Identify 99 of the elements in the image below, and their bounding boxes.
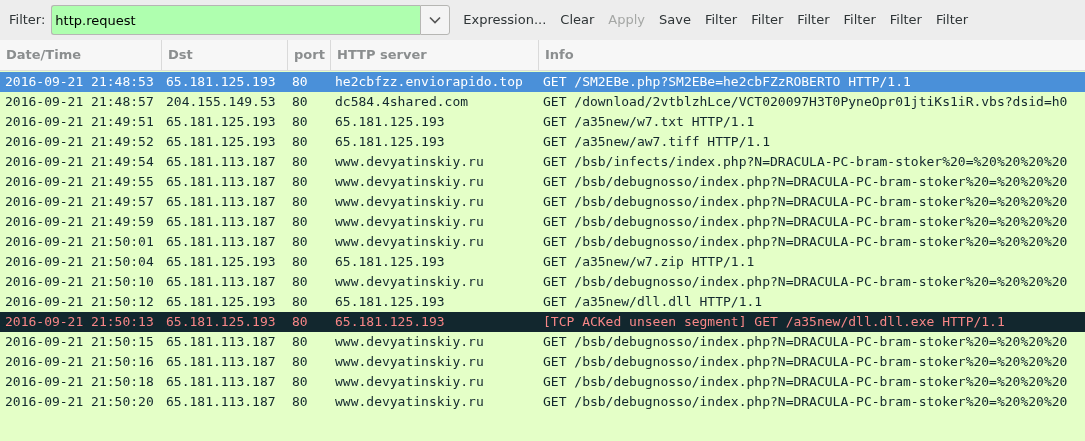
table-cell-text: 2016-09-21 21:49:52 — [4, 133, 155, 152]
toolbar-button[interactable]: Clear — [553, 6, 602, 34]
toolbar-button[interactable]: Filter — [744, 6, 791, 34]
table-cell-text: 204.155.149.53 — [165, 93, 277, 112]
table-cell-text: 2016-09-21 21:50:18 — [4, 373, 155, 392]
table-cell-text: 80 — [291, 373, 309, 392]
table-cell-text: 80 — [291, 193, 309, 212]
chevron-down-icon — [429, 16, 442, 24]
table-cell-text: GET /bsb/debugnosso/index.php?N=DRACULA-PC-bram-stoker%20=%20%20%20 — [542, 333, 1069, 352]
table-cell-text: GET /download/2vtblzhLce/VCT020097H3T0PyneOpr01jtiKs1iR.vbs?dsid=h0 — [542, 93, 1069, 112]
table-cell-text: 2016-09-21 21:49:54 — [4, 153, 155, 172]
table-cell-text: GET /bsb/debugnosso/index.php?N=DRACULA-PC-bram-stoker%20=%20%20%20 — [542, 393, 1069, 412]
table-cell-text: 65.181.113.187 — [165, 393, 277, 412]
table-cell-text: 2016-09-21 21:49:57 — [4, 193, 155, 212]
toolbar-button[interactable]: Filter — [928, 6, 976, 34]
table-cell-text: 2016-09-21 21:48:53 — [4, 73, 155, 92]
table-cell-text: 65.181.113.187 — [165, 373, 277, 392]
table-cell-text: 2016-09-21 21:50:16 — [4, 353, 155, 372]
table-cell-text: 2016-09-21 21:48:57 — [4, 93, 155, 112]
table-cell-text: 65.181.113.187 — [165, 153, 277, 172]
table-cell-text: 2016-09-21 21:50:04 — [4, 253, 155, 272]
table-cell-text: GET /bsb/infects/index.php?N=DRACULA-PC-bram-stoker%20=%20%20%20%20 — [542, 153, 1069, 172]
table-cell-text: 80 — [291, 73, 309, 92]
table-cell-text: www.devyatinskiy.ru — [334, 233, 485, 252]
table-cell-text: 65.181.125.193 — [334, 293, 446, 312]
filter-field[interactable]: http.request — [51, 5, 421, 35]
table-cell-text: 65.181.125.193 — [334, 133, 446, 152]
toolbar-button[interactable]: Save — [652, 6, 698, 34]
table-cell-text: 80 — [291, 333, 309, 352]
table-cell-text: GET /bsb/debugnosso/index.php?N=DRACULA-PC-bram-stoker%20=%20%20%20 — [542, 213, 1069, 232]
table-cell-text: GET /SM2EBe.php?SM2EBe=he2cbFZzROBERTO HTTP/1.1 — [542, 73, 912, 92]
table-cell-text: www.devyatinskiy.ru — [334, 173, 485, 192]
table-cell-text: 80 — [291, 253, 309, 272]
table-cell-text: 65.181.113.187 — [165, 173, 277, 192]
table-cell-text: 65.181.125.193 — [334, 253, 446, 272]
table-cell-text: 65.181.125.193 — [334, 113, 446, 132]
table-cell-text: 65.181.125.193 — [165, 293, 277, 312]
table-cell-text: 80 — [291, 113, 309, 132]
table-cell-text: GET /a35new/w7.zip HTTP/1.1 — [542, 253, 756, 272]
table-cell-text: 2016-09-21 21:50:12 — [4, 293, 155, 312]
table-cell-text: www.devyatinskiy.ru — [334, 213, 485, 232]
toolbar-button[interactable]: Filter — [882, 6, 929, 34]
table-row[interactable]: 2016-09-21 21:50:13 65.181.125.193 80 65.181.125.193 [TCP ACKed unseen segment] GET /a35new/dll.dll.exe HTTP/1.1 — [0, 312, 1085, 332]
table-cell-text: 65.181.125.193 — [165, 253, 277, 272]
table-cell-text: 80 — [291, 173, 309, 192]
table-cell-text: 65.181.113.187 — [165, 333, 277, 352]
table-cell-text: 65.181.113.187 — [165, 213, 277, 232]
table-cell-text: 65.181.113.187 — [165, 273, 277, 292]
table-cell-text: he2cbfzz.enviorapido.top — [334, 73, 524, 92]
table-cell-text: dc584.4shared.com — [334, 93, 470, 112]
table-cell-text: 65.181.125.193 — [165, 73, 277, 92]
table-cell-text: GET /bsb/debugnosso/index.php?N=DRACULA-PC-bram-stoker%20=%20%20%20 — [542, 173, 1069, 192]
table-cell-text: www.devyatinskiy.ru — [334, 273, 485, 292]
table-cell-text: 65.181.113.187 — [165, 193, 277, 212]
table-cell-text: 80 — [291, 153, 309, 172]
table-cell-text: 2016-09-21 21:50:20 — [4, 393, 155, 412]
toolbar-button[interactable]: Filter — [836, 6, 883, 34]
table-cell-text: 80 — [291, 213, 309, 232]
table-cell-text: GET /bsb/debugnosso/index.php?N=DRACULA-PC-bram-stoker%20=%20%20%20 — [542, 353, 1069, 372]
table-cell-text: www.devyatinskiy.ru — [334, 153, 485, 172]
table-cell-text: 80 — [291, 133, 309, 152]
table-cell-text: 2016-09-21 21:49:51 — [4, 113, 155, 132]
filter-label: Filter: — [9, 11, 46, 30]
table-cell-text: GET /a35new/dll.dll HTTP/1.1 — [542, 293, 764, 312]
table-cell-text: 80 — [291, 313, 309, 332]
table-cell-text: 80 — [291, 353, 309, 372]
table-cell-text: 2016-09-21 21:49:59 — [4, 213, 155, 232]
table-cell-text: 2016-09-21 21:50:15 — [4, 333, 155, 352]
table-cell-text: 65.181.113.187 — [165, 233, 277, 252]
table-cell-text: GET /bsb/debugnosso/index.php?N=DRACULA-PC-bram-stoker%20=%20%20%20 — [542, 373, 1069, 392]
table-cell-text: 80 — [291, 233, 309, 252]
table-cell-text: 2016-09-21 21:49:55 — [4, 173, 155, 192]
table-cell-text: 2016-09-21 21:50:13 — [4, 313, 155, 332]
table-cell-text: www.devyatinskiy.ru — [334, 353, 485, 372]
table-cell-text: 65.181.125.193 — [334, 313, 446, 332]
table-cell-text: www.devyatinskiy.ru — [334, 393, 485, 412]
table-cell-text: GET /bsb/debugnosso/index.php?N=DRACULA-PC-bram-stoker%20=%20%20%20 — [542, 233, 1069, 252]
table-cell-text: www.devyatinskiy.ru — [334, 193, 485, 212]
table-cell-text: www.devyatinskiy.ru — [334, 373, 485, 392]
table-cell-text: 65.181.113.187 — [165, 353, 277, 372]
table-cell-text: GET /bsb/debugnosso/index.php?N=DRACULA-PC-bram-stoker%20=%20%20%20 — [542, 273, 1069, 292]
toolbar-button[interactable]: Expression... — [456, 6, 554, 34]
toolbar-button[interactable]: Filter — [790, 6, 837, 34]
table-cell-text: GET /bsb/debugnosso/index.php?N=DRACULA-PC-bram-stoker%20=%20%20%20 — [542, 193, 1069, 212]
table-cell-text: 80 — [291, 273, 309, 292]
table-cell-text: [TCP ACKed unseen segment] GET /a35new/dll.dll.exe HTTP/1.1 — [542, 313, 1006, 332]
table-cell-text: 65.181.125.193 — [165, 113, 277, 132]
toolbar-button[interactable]: Filter — [697, 6, 745, 34]
table-cell-text: 65.181.125.193 — [165, 313, 277, 332]
table-cell-text: GET /a35new/w7.txt HTTP/1.1 — [542, 113, 756, 132]
dropdown-button[interactable] — [420, 5, 451, 35]
table-cell-text: 80 — [291, 93, 309, 112]
table-cell-text: 2016-09-21 21:50:01 — [4, 233, 155, 252]
table-cell-text: 80 — [291, 293, 309, 312]
table-cell-text: GET /a35new/aw7.tiff HTTP/1.1 — [542, 133, 771, 152]
table-cell-text: www.devyatinskiy.ru — [334, 333, 485, 352]
table-cell-text: 65.181.125.193 — [165, 133, 277, 152]
table-cell-text: 80 — [291, 393, 309, 412]
table-cell-text: 2016-09-21 21:50:10 — [4, 273, 155, 292]
